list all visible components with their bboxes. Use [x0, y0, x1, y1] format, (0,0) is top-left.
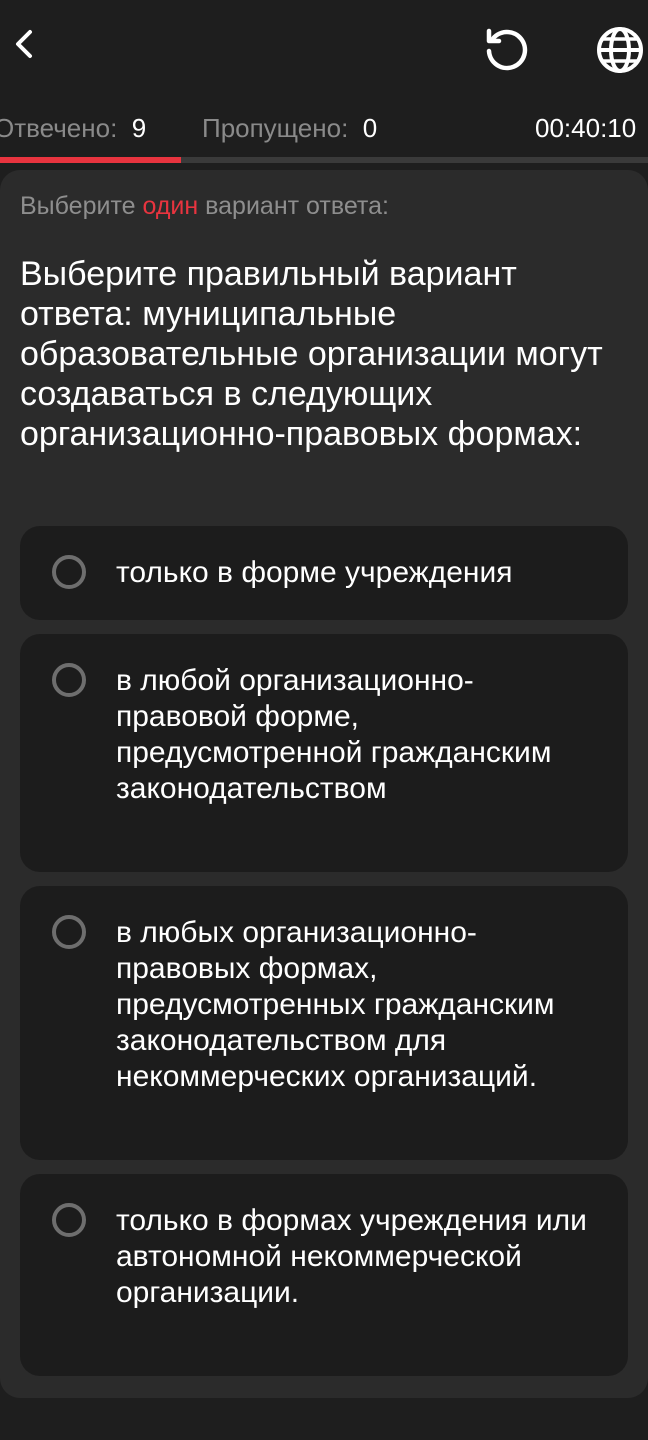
timer: 00:40:10 — [535, 113, 637, 143]
answer-option[interactable]: только в форме учреждения — [20, 526, 628, 620]
reset-button[interactable] — [478, 22, 536, 80]
option-text: только в формах учреждения или автономно… — [116, 1204, 587, 1309]
radio-button[interactable] — [52, 1203, 86, 1237]
top-bar — [0, 0, 648, 100]
radio-button[interactable] — [52, 663, 86, 697]
answer-option[interactable]: в любой организационно-правовой форме, п… — [20, 634, 628, 872]
instruction-prefix: Выберите — [20, 192, 143, 220]
answered-counter: Отвечено: 9 — [0, 113, 146, 144]
instruction-suffix: вариант ответа: — [198, 192, 389, 220]
answer-option[interactable]: только в формах учреждения или автономно… — [20, 1174, 628, 1376]
skipped-label: Пропущено: — [202, 113, 349, 143]
option-text: в любой организационно-правовой форме, п… — [116, 664, 552, 805]
progress-bar — [0, 157, 648, 163]
chevron-left-icon — [16, 30, 32, 58]
instruction-accent: один — [142, 192, 199, 220]
globe-icon — [597, 27, 643, 73]
answered-value: 9 — [131, 113, 147, 143]
radio-button[interactable] — [52, 555, 86, 589]
question-text: Выберите правильный вариант ответа: муни… — [20, 255, 603, 453]
option-text: только в форме учреждения — [116, 556, 513, 589]
answered-label: Отвечено: — [0, 113, 118, 143]
progress-fill — [0, 157, 182, 163]
option-text: в любых организационно-правовых формах, … — [116, 916, 555, 1093]
radio-button[interactable] — [52, 915, 86, 949]
answer-option[interactable]: в любых организационно-правовых формах, … — [20, 886, 628, 1160]
skipped-counter: Пропущено: 0 — [202, 113, 377, 144]
question-card: Выберите один вариант ответа: Выберите п… — [0, 170, 648, 1398]
reload-icon — [486, 28, 528, 71]
back-button[interactable] — [0, 20, 48, 68]
language-button[interactable] — [592, 22, 648, 78]
skipped-value: 0 — [362, 113, 378, 143]
instruction-text: Выберите один вариант ответа: — [20, 192, 389, 221]
quiz-stats: Отвечено: 9 Пропущено: 0 00:40:10 — [0, 105, 648, 150]
